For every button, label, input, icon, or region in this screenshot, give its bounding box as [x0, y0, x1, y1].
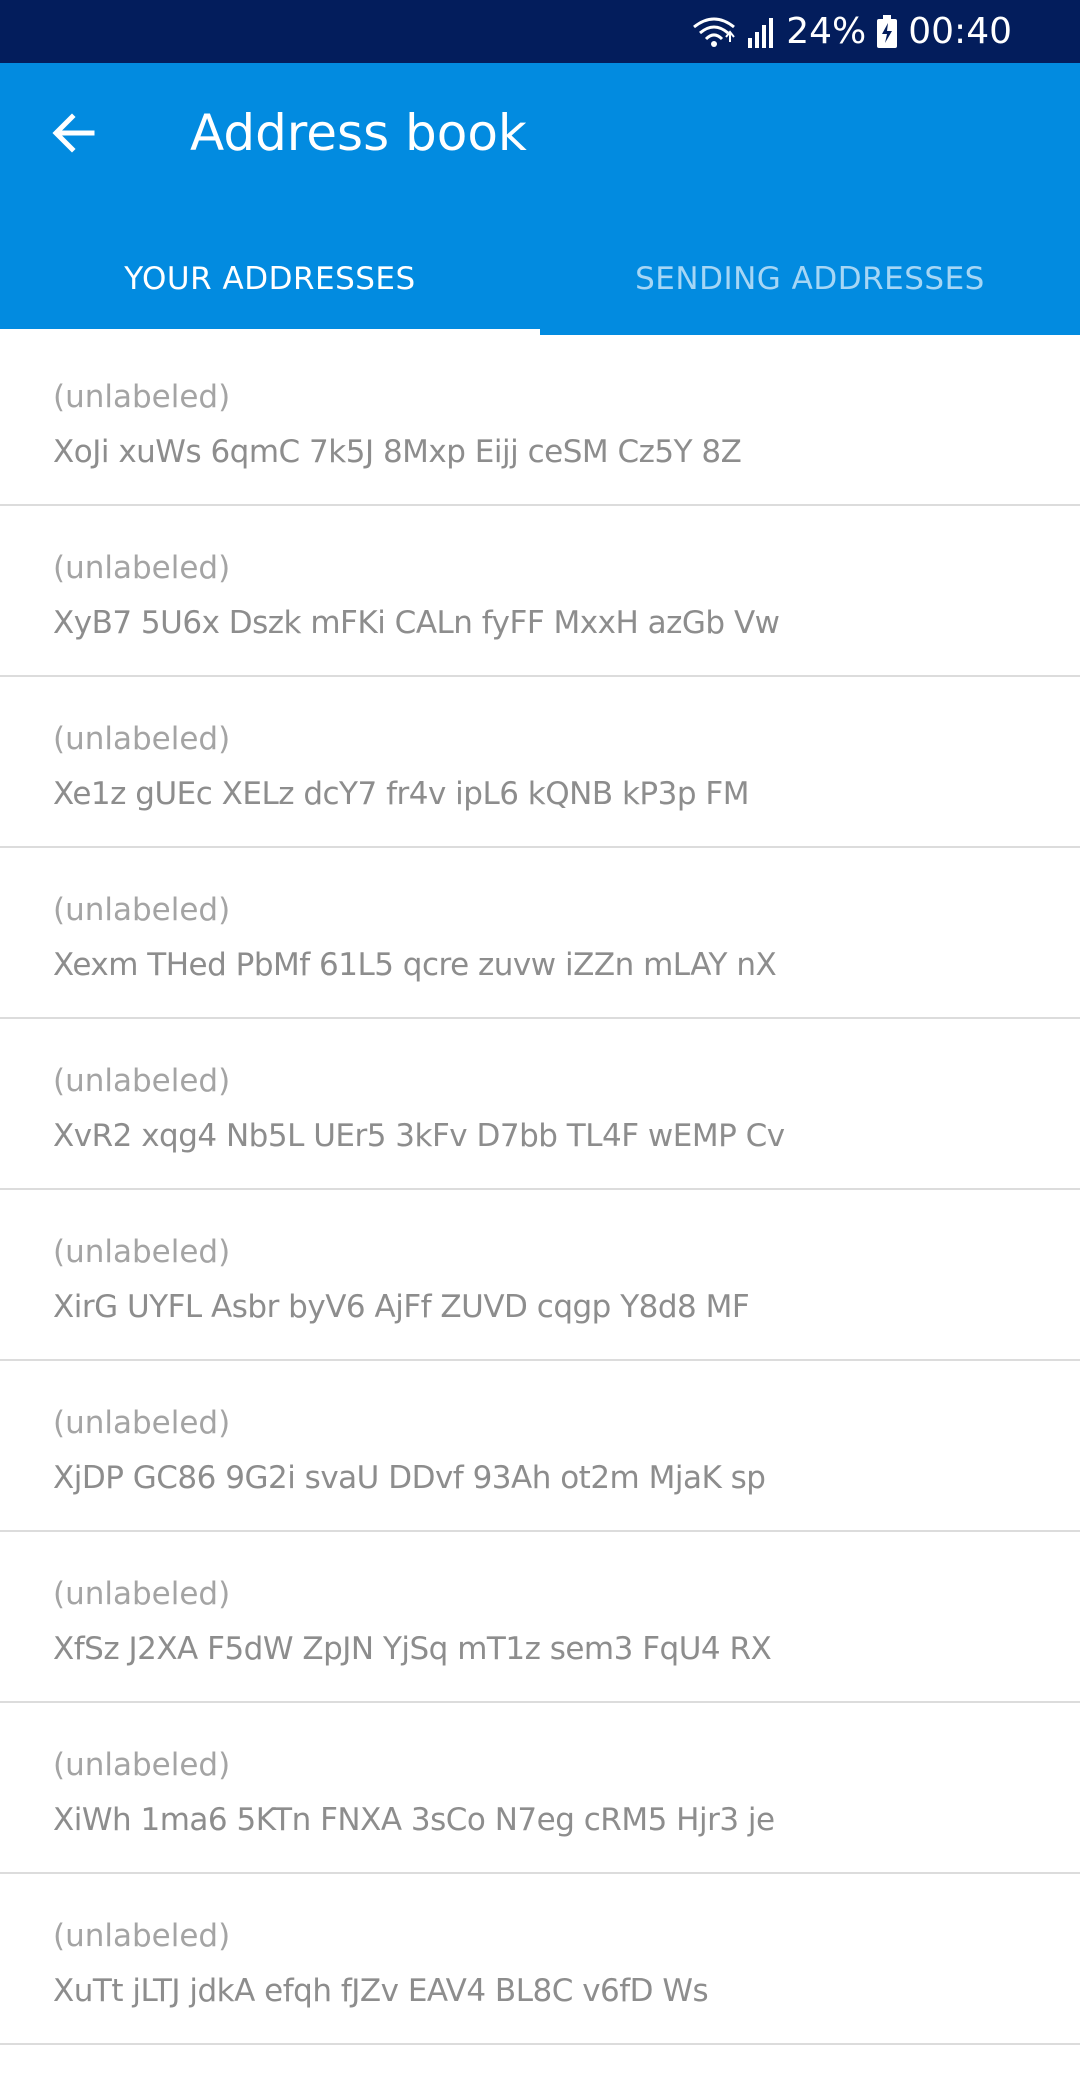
battery-charging-icon	[876, 14, 898, 49]
address-label: (unlabeled)	[53, 1405, 231, 1441]
address-value: XfSz J2XA F5dW ZpJN YjSq mT1z sem3 FqU4 …	[53, 1631, 772, 1667]
address-label: (unlabeled)	[53, 1063, 231, 1099]
address-value: XoJi xuWs 6qmC 7k5J 8Mxp Eijj ceSM Cz5Y …	[53, 434, 742, 470]
address-list: (unlabeled) XoJi xuWs 6qmC 7k5J 8Mxp Eij…	[0, 335, 1080, 2045]
back-button[interactable]	[44, 103, 104, 163]
list-item[interactable]: (unlabeled) Xexm THed PbMf 61L5 qcre zuv…	[0, 848, 1080, 1019]
address-value: XuTt jLTJ jdkA efqh fJZv EAV4 BL8C v6fD …	[53, 1973, 709, 2009]
address-value: Xe1z gUEc XELz dcY7 fr4v ipL6 kQNB kP3p …	[53, 776, 749, 812]
address-value: XirG UYFL Asbr byV6 AjFf ZUVD cqgp Y8d8 …	[53, 1289, 750, 1325]
address-label: (unlabeled)	[53, 721, 231, 757]
address-label: (unlabeled)	[53, 1576, 231, 1612]
app-bar: Address book YOUR ADDRESSES SENDING ADDR…	[0, 63, 1080, 335]
address-value: XjDP GC86 9G2i svaU DDvf 93Ah ot2m MjaK …	[53, 1460, 766, 1496]
list-item[interactable]: (unlabeled) Xe1z gUEc XELz dcY7 fr4v ipL…	[0, 677, 1080, 848]
battery-percent: 24%	[786, 11, 867, 52]
status-time: 00:40	[908, 11, 1012, 52]
list-item[interactable]: (unlabeled) XfSz J2XA F5dW ZpJN YjSq mT1…	[0, 1532, 1080, 1703]
status-indicators: 24% 00:40	[692, 0, 1012, 63]
arrow-left-icon	[52, 113, 95, 153]
address-value: Xexm THed PbMf 61L5 qcre zuvw iZZn mLAY …	[53, 947, 777, 983]
wifi-icon	[692, 15, 736, 49]
list-item[interactable]: (unlabeled) XjDP GC86 9G2i svaU DDvf 93A…	[0, 1361, 1080, 1532]
address-label: (unlabeled)	[53, 1918, 231, 1954]
list-item[interactable]: (unlabeled) XuTt jLTJ jdkA efqh fJZv EAV…	[0, 1874, 1080, 2045]
page-title: Address book	[190, 104, 527, 162]
tab-sending-addresses[interactable]: SENDING ADDRESSES	[540, 223, 1080, 335]
address-label: (unlabeled)	[53, 379, 231, 415]
tab-your-addresses[interactable]: YOUR ADDRESSES	[0, 223, 540, 335]
signal-icon	[746, 16, 776, 48]
list-item[interactable]: (unlabeled) XyB7 5U6x Dszk mFKi CALn fyF…	[0, 506, 1080, 677]
address-value: XiWh 1ma6 5KTn FNXA 3sCo N7eg cRM5 Hjr3 …	[53, 1802, 775, 1838]
address-label: (unlabeled)	[53, 892, 231, 928]
address-label: (unlabeled)	[53, 1234, 231, 1270]
list-item[interactable]: (unlabeled) XirG UYFL Asbr byV6 AjFf ZUV…	[0, 1190, 1080, 1361]
address-label: (unlabeled)	[53, 1747, 231, 1783]
list-item[interactable]: (unlabeled) XiWh 1ma6 5KTn FNXA 3sCo N7e…	[0, 1703, 1080, 1874]
address-value: XvR2 xqg4 Nb5L UEr5 3kFv D7bb TL4F wEMP …	[53, 1118, 785, 1154]
list-item[interactable]: (unlabeled) XvR2 xqg4 Nb5L UEr5 3kFv D7b…	[0, 1019, 1080, 1190]
list-item[interactable]: (unlabeled) XoJi xuWs 6qmC 7k5J 8Mxp Eij…	[0, 335, 1080, 506]
address-value: XyB7 5U6x Dszk mFKi CALn fyFF MxxH azGb …	[53, 605, 780, 641]
tab-bar: YOUR ADDRESSES SENDING ADDRESSES	[0, 223, 1080, 335]
status-bar: 24% 00:40	[0, 0, 1080, 63]
address-label: (unlabeled)	[53, 550, 231, 586]
